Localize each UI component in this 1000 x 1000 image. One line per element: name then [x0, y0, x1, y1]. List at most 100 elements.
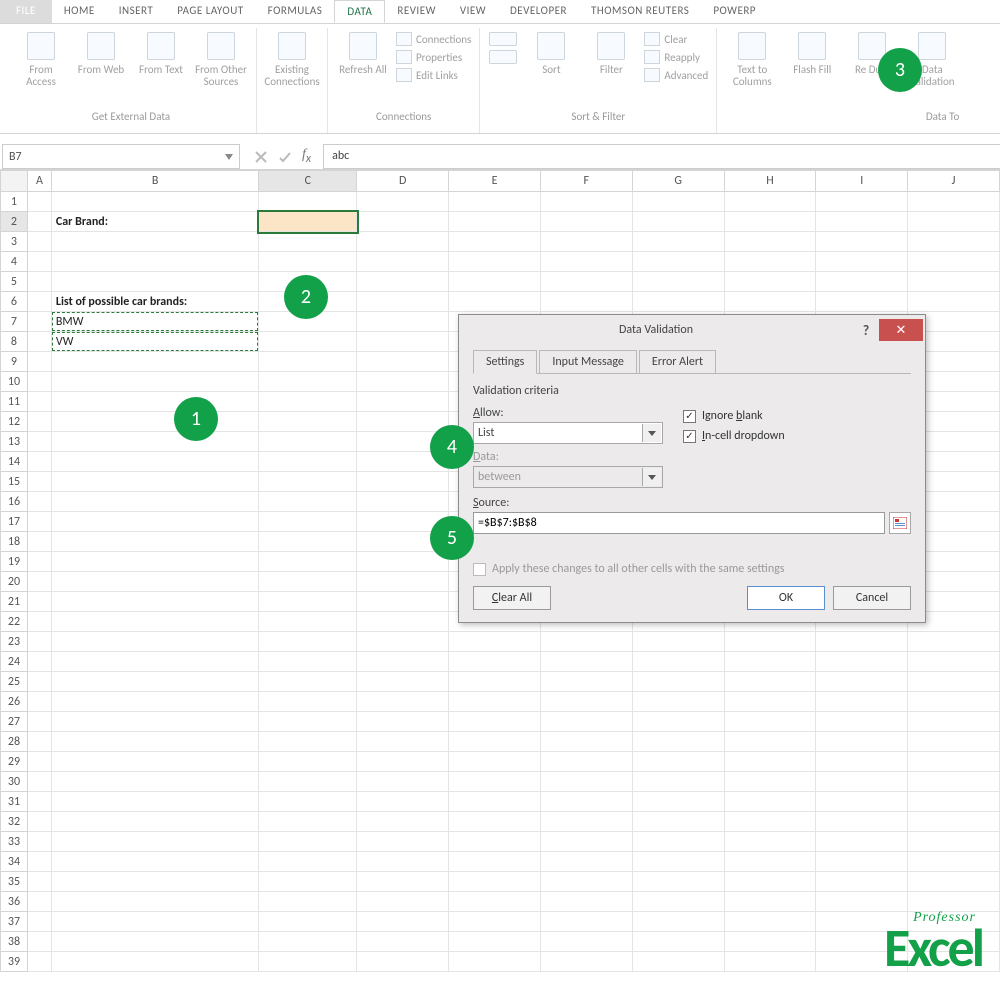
from-other-button[interactable]: From Other Sources — [194, 28, 248, 88]
cell[interactable] — [259, 252, 357, 272]
row-header[interactable]: 25 — [0, 672, 28, 692]
cell[interactable] — [357, 752, 449, 772]
properties-button[interactable]: Properties — [396, 50, 471, 64]
tab-thomson[interactable]: THOMSON REUTERS — [579, 0, 701, 23]
cell[interactable] — [908, 812, 1000, 832]
cell[interactable] — [28, 492, 52, 512]
cell[interactable] — [725, 292, 817, 312]
cell[interactable] — [28, 212, 52, 232]
cell[interactable] — [725, 952, 817, 972]
row-header[interactable]: 26 — [0, 692, 28, 712]
row-header[interactable]: 28 — [0, 732, 28, 752]
connections-button[interactable]: Connections — [396, 32, 471, 46]
cell[interactable] — [259, 692, 357, 712]
row-header[interactable]: 39 — [0, 952, 28, 972]
tab-view[interactable]: VIEW — [448, 0, 498, 23]
name-box[interactable]: B7 — [2, 144, 240, 169]
cell[interactable] — [28, 332, 52, 352]
cell[interactable] — [541, 872, 633, 892]
cell[interactable] — [541, 792, 633, 812]
cell[interactable] — [633, 872, 725, 892]
cell[interactable] — [52, 892, 260, 912]
cell[interactable] — [633, 212, 725, 232]
cell[interactable] — [633, 812, 725, 832]
text-to-columns-button[interactable]: Text to Columns — [725, 28, 779, 88]
cell[interactable] — [357, 652, 449, 672]
cell[interactable] — [28, 452, 52, 472]
cell[interactable] — [52, 752, 260, 772]
enter-icon[interactable] — [278, 150, 292, 164]
cell[interactable]: Car Brand: — [52, 212, 260, 232]
cell[interactable] — [259, 912, 357, 932]
cell[interactable] — [541, 232, 633, 252]
row-header[interactable]: 1 — [0, 192, 28, 212]
cell[interactable] — [725, 912, 817, 932]
cell[interactable] — [52, 392, 260, 412]
cell[interactable] — [28, 192, 52, 212]
cell[interactable] — [357, 932, 449, 952]
cell[interactable] — [52, 432, 260, 452]
cell[interactable] — [28, 232, 52, 252]
row-header[interactable]: 34 — [0, 852, 28, 872]
cell[interactable] — [28, 432, 52, 452]
cancel-button[interactable]: Cancel — [833, 586, 911, 610]
cell[interactable] — [541, 252, 633, 272]
cell[interactable] — [357, 672, 449, 692]
row-header[interactable]: 19 — [0, 552, 28, 572]
cell[interactable] — [28, 792, 52, 812]
cell[interactable] — [541, 632, 633, 652]
cell[interactable] — [449, 952, 541, 972]
from-text-button[interactable]: From Text — [134, 28, 188, 76]
cell[interactable] — [52, 252, 260, 272]
row-header[interactable]: 37 — [0, 912, 28, 932]
cell[interactable] — [816, 212, 908, 232]
cell[interactable] — [541, 932, 633, 952]
cell[interactable] — [52, 412, 260, 432]
cell[interactable] — [725, 212, 817, 232]
cell[interactable] — [816, 752, 908, 772]
cell[interactable] — [357, 712, 449, 732]
cell[interactable] — [449, 772, 541, 792]
col-header-i[interactable]: I — [816, 170, 908, 192]
cell[interactable] — [816, 232, 908, 252]
cell[interactable] — [449, 652, 541, 672]
row-header[interactable]: 13 — [0, 432, 28, 452]
cell[interactable] — [725, 672, 817, 692]
cell[interactable] — [816, 792, 908, 812]
cell[interactable] — [541, 712, 633, 732]
cell[interactable] — [816, 272, 908, 292]
cell[interactable] — [52, 572, 260, 592]
row-header[interactable]: 36 — [0, 892, 28, 912]
cell[interactable] — [633, 692, 725, 712]
row-header[interactable]: 9 — [0, 352, 28, 372]
col-header-h[interactable]: H — [725, 170, 817, 192]
cell[interactable] — [357, 852, 449, 872]
cell[interactable] — [52, 592, 260, 612]
cell[interactable] — [908, 672, 1000, 692]
col-header-d[interactable]: D — [357, 170, 449, 192]
cell[interactable] — [633, 712, 725, 732]
cell[interactable] — [816, 672, 908, 692]
cell[interactable] — [449, 632, 541, 652]
cell[interactable] — [357, 732, 449, 752]
cell[interactable] — [908, 792, 1000, 812]
cell[interactable] — [449, 192, 541, 212]
cell[interactable] — [52, 612, 260, 632]
cell[interactable] — [725, 712, 817, 732]
row-header[interactable]: 14 — [0, 452, 28, 472]
cell[interactable] — [28, 852, 52, 872]
cell[interactable] — [541, 832, 633, 852]
cell[interactable] — [816, 872, 908, 892]
cell[interactable]: List of possible car brands: — [52, 292, 260, 312]
cell[interactable] — [725, 732, 817, 752]
cell[interactable] — [52, 512, 260, 532]
cell[interactable] — [908, 292, 1000, 312]
cell[interactable] — [357, 272, 449, 292]
cell[interactable] — [357, 892, 449, 912]
cell[interactable] — [28, 932, 52, 952]
range-selector-icon[interactable] — [889, 512, 911, 534]
cell[interactable] — [633, 632, 725, 652]
row-header[interactable]: 21 — [0, 592, 28, 612]
cell[interactable] — [725, 252, 817, 272]
row-header[interactable]: 24 — [0, 652, 28, 672]
